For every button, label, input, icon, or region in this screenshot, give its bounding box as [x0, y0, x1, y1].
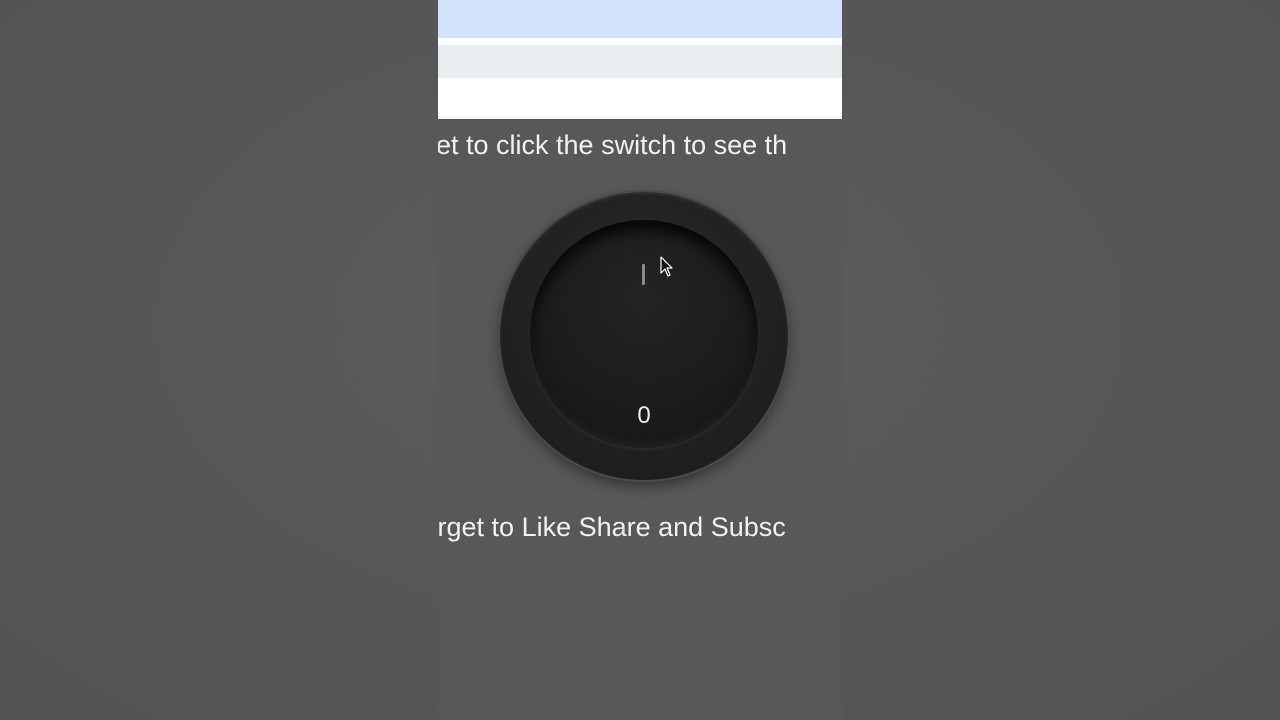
- off-mark: 0: [637, 402, 651, 429]
- browser-toolbar: [438, 45, 842, 78]
- video-frame: rget to click the switch to see th 0 t f…: [438, 0, 842, 720]
- browser-tab-strip: [438, 0, 842, 38]
- switch-rocker-button[interactable]: 0: [530, 220, 758, 448]
- caption-bottom: t forget to Like Share and Subsc: [438, 512, 786, 542]
- browser-content-strip: [438, 78, 842, 119]
- caption-top: rget to click the switch to see th: [438, 130, 788, 160]
- on-mark: [642, 264, 645, 285]
- browser-divider: [438, 38, 842, 45]
- round-rocker-switch: 0: [500, 192, 788, 480]
- mouse-pointer-icon: [660, 256, 673, 277]
